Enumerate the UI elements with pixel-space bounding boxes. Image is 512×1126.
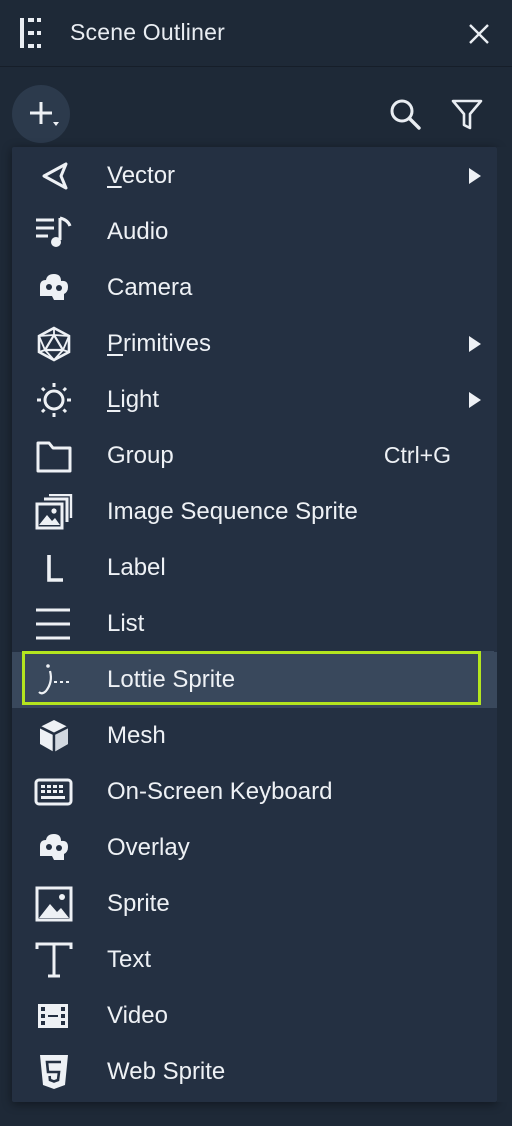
menu-item-label-part: Mesh	[107, 722, 166, 749]
video-icon	[38, 1004, 68, 1028]
menu-item-label: Camera	[107, 274, 192, 302]
lottie-icon	[38, 664, 69, 695]
menu-item-image-sequence-sprite[interactable]: Image Sequence Sprite	[12, 484, 497, 540]
menu-item-label-part: Audio	[107, 218, 169, 245]
menu-item-label-part: Text	[107, 946, 152, 973]
menu-item-label-part: Lottie Sprite	[107, 666, 236, 693]
add-node-button[interactable]	[12, 85, 70, 143]
menu-item-label-part: On-Screen Keyboard	[107, 778, 333, 805]
menu-item-label[interactable]: Label	[12, 540, 497, 596]
menu-item-label-part: Overlay	[107, 834, 190, 861]
menu-item-label-part: rimitives	[123, 330, 212, 357]
menu-item-label: Label	[107, 554, 166, 582]
menu-item-vector[interactable]: Vector	[12, 148, 497, 204]
menu-item-label-part: Sprite	[107, 890, 170, 917]
menu-item-label: Text	[107, 946, 151, 974]
panel-header: Scene Outliner	[0, 0, 512, 67]
menu-item-on-screen-keyboard[interactable]: On-Screen Keyboard	[12, 764, 497, 820]
menu-item-label: Light	[107, 386, 159, 414]
menu-item-label: Video	[107, 1002, 168, 1030]
menu-item-label-part: Camera	[107, 274, 193, 301]
menu-item-label-part: List	[107, 610, 145, 637]
menu-item-primitives[interactable]: Primitives	[12, 316, 497, 372]
text-icon	[35, 942, 73, 978]
menu-item-label: Vector	[107, 162, 175, 190]
menu-item-group[interactable]: Group Ctrl+G	[12, 428, 497, 484]
menu-item-label: Mesh	[107, 722, 166, 750]
menu-item-label-part: ight	[120, 386, 160, 413]
menu-edge	[497, 147, 512, 1102]
menu-item-label: Lottie Sprite	[107, 666, 235, 694]
shortcut-text: Ctrl+G	[383, 442, 451, 468]
menu-item-list[interactable]: List	[12, 596, 497, 652]
menu-item-label: On-Screen Keyboard	[107, 778, 332, 806]
mesh-icon	[39, 720, 69, 752]
light-icon	[37, 383, 71, 417]
submenu-arrow-icon	[469, 392, 481, 408]
menu-item-label: Sprite	[107, 890, 170, 918]
list-icon	[36, 608, 70, 640]
menu-item-label: Group	[107, 442, 174, 470]
menu-item-sprite[interactable]: Sprite	[12, 876, 497, 932]
menu-item-label-part: Label	[107, 554, 166, 581]
menu-item-label: Web Sprite	[107, 1058, 225, 1086]
html5-icon	[40, 1055, 68, 1089]
submenu-arrow-icon	[469, 336, 481, 352]
menu-item-label-part: ector	[121, 162, 176, 189]
menu-item-label-part: Video	[107, 1002, 168, 1029]
outliner-panel-icon	[20, 18, 41, 48]
overlay-icon	[40, 834, 68, 860]
menu-item-light[interactable]: Light	[12, 372, 497, 428]
menu-item-label-part: V	[107, 162, 122, 189]
camera-icon	[40, 274, 68, 300]
menu-item-web-sprite[interactable]: Web Sprite	[12, 1044, 497, 1100]
menu-item-audio[interactable]: Audio	[12, 204, 497, 260]
menu-item-label: Image Sequence Sprite	[107, 498, 358, 526]
menu-item-label-part: Group	[107, 442, 174, 469]
menu-item-video[interactable]: Video	[12, 988, 497, 1044]
menu-item-label-part: Image Sequence Sprite	[107, 498, 358, 525]
menu-item-label: Overlay	[107, 834, 190, 862]
outliner-toolbar	[0, 67, 512, 159]
primitives-icon	[37, 326, 71, 362]
add-node-icon	[30, 102, 59, 126]
filter-icon[interactable]	[450, 97, 484, 131]
menu-item-lottie-sprite[interactable]: Lottie Sprite	[12, 652, 497, 708]
menu-item-label: List	[107, 610, 144, 638]
audio-icon	[36, 216, 72, 247]
panel-title: Scene Outliner	[70, 19, 225, 45]
menu-item-label-part: Web Sprite	[107, 1058, 226, 1085]
selected-row-extension	[480, 651, 494, 707]
label-icon	[47, 555, 63, 582]
menu-item-label: Audio	[107, 218, 168, 246]
menu-item-mesh[interactable]: Mesh	[12, 708, 497, 764]
sprite-icon	[35, 886, 73, 922]
menu-item-label: Primitives	[107, 330, 211, 358]
menu-item-label-part: L	[107, 386, 121, 413]
keyboard-icon	[34, 778, 73, 806]
folder-icon	[36, 441, 72, 473]
menu-item-label-part: P	[107, 330, 124, 357]
close-icon[interactable]	[466, 21, 492, 47]
submenu-arrow-icon	[469, 168, 481, 184]
menu-item-text[interactable]: Text	[12, 932, 497, 988]
add-node-menu: Vector Audio Camera Primitives Light Gro…	[12, 147, 497, 1102]
search-icon[interactable]	[388, 97, 422, 131]
menu-item-overlay[interactable]: Overlay	[12, 820, 497, 876]
vector-icon	[42, 162, 68, 190]
menu-item-camera[interactable]: Camera	[12, 260, 497, 316]
image-sequence-icon	[35, 494, 73, 530]
